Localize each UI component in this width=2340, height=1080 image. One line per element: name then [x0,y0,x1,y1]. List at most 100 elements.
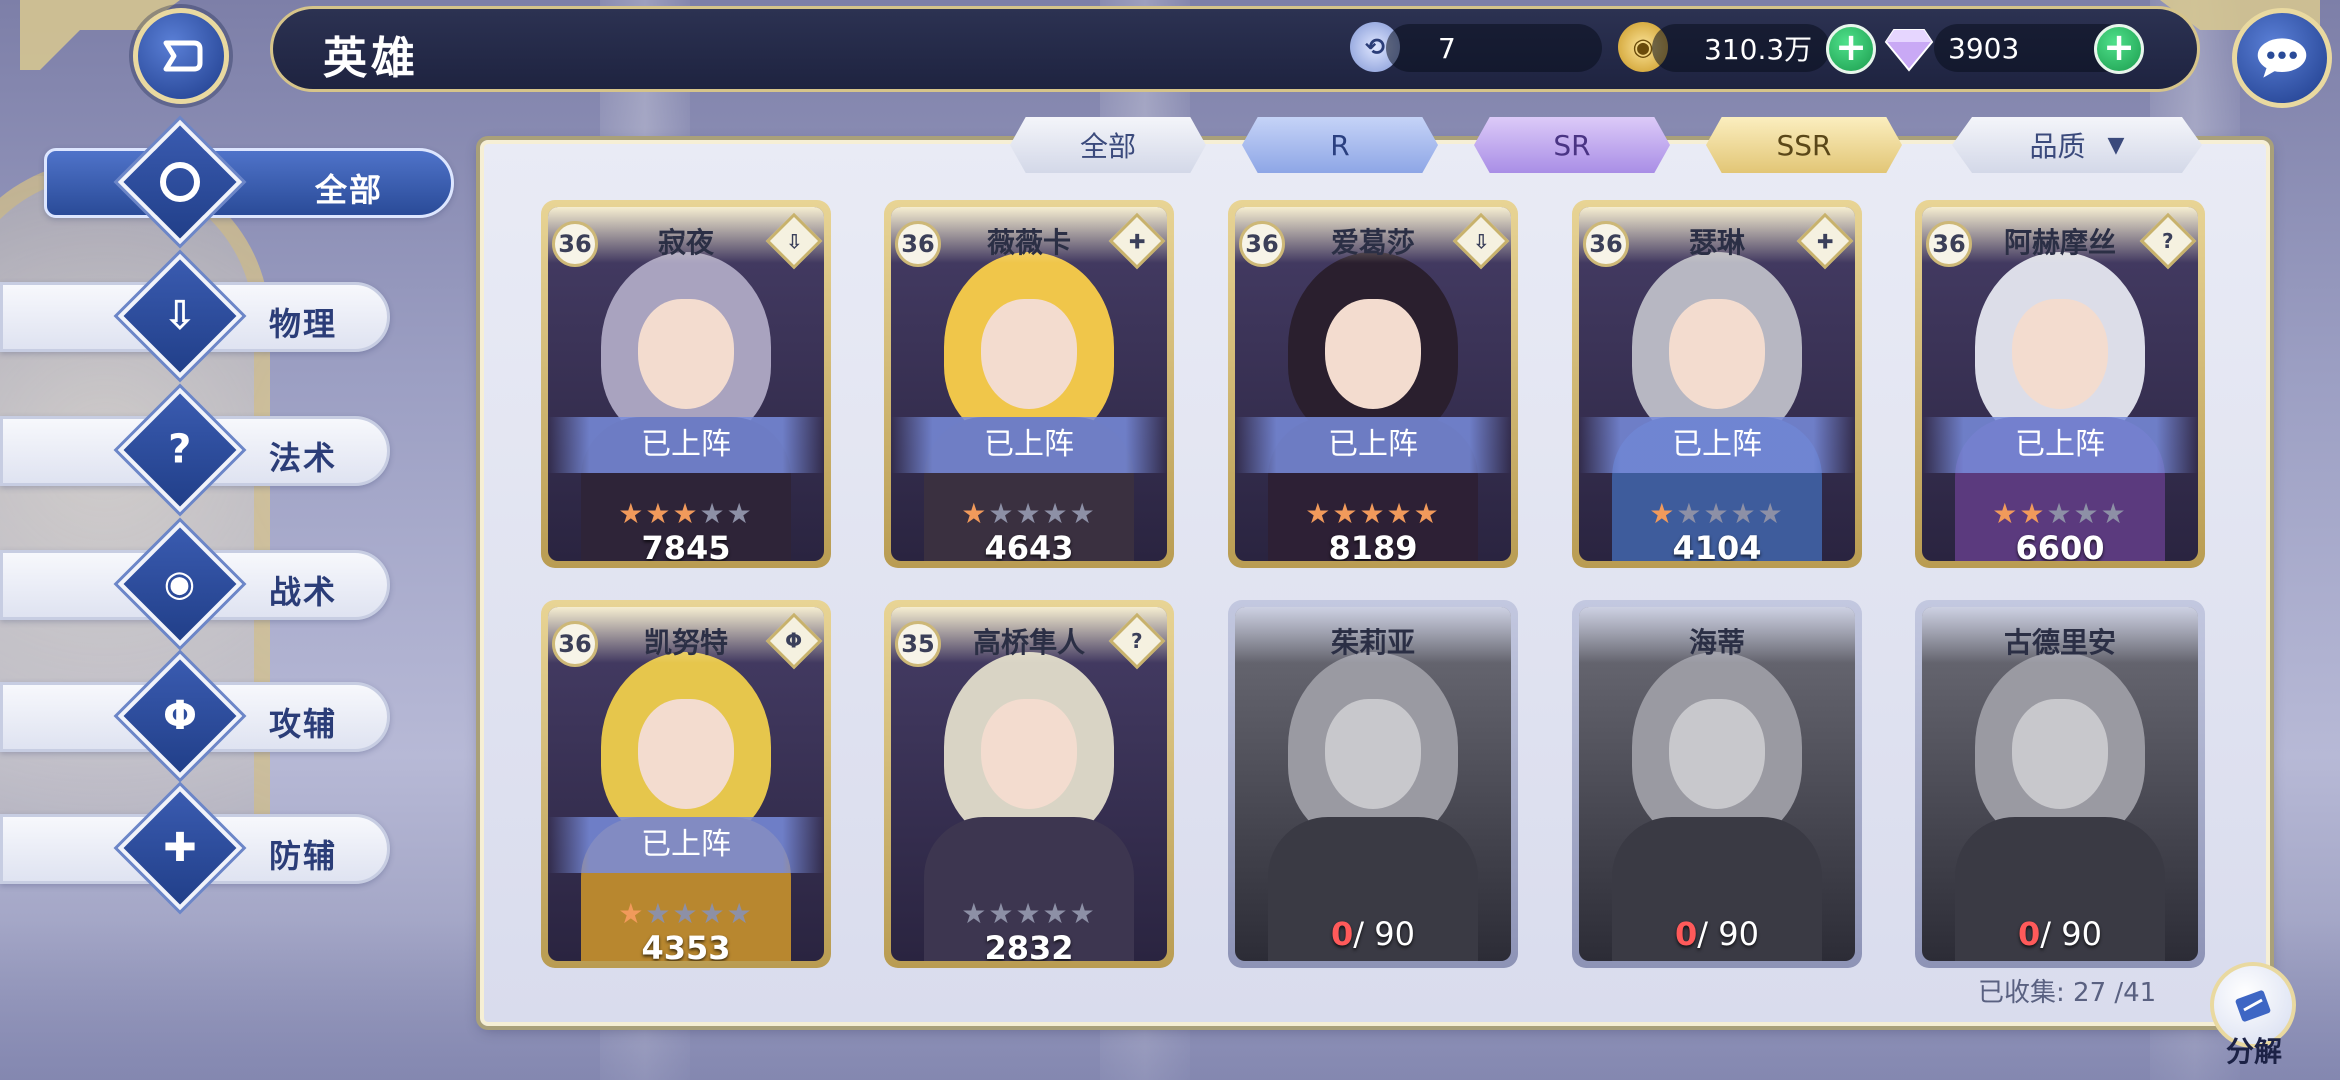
fragment-current: 0 [1331,915,1354,953]
star-filled-icon: ★ [618,497,646,530]
deployed-status: 已上阵 [891,417,1167,473]
hero-card[interactable]: 瑟琳 36 ✚ 已上阵 ★★★★★ 4104 [1572,200,1862,568]
back-icon [163,40,203,72]
hero-portrait-face [981,299,1077,409]
hero-star-rating: ★★★★★ [891,497,1167,530]
sidebar-item-label: 攻辅 [269,705,338,743]
hero-card[interactable]: 寂夜 36 ⇩ 已上阵 ★★★★★ 7845 [541,200,831,568]
hero-portrait-face [1325,699,1421,809]
chat-button[interactable] [2232,8,2332,108]
page-title: 英雄 [323,33,419,84]
hero-card[interactable]: 爱葛莎 36 ⇩ 已上阵 ★★★★★ 8189 [1228,200,1518,568]
hero-card-inner: 薇薇卡 36 ✚ 已上阵 ★★★★★ 4643 [891,207,1167,561]
sidebar-item-label: 防辅 [269,837,338,875]
locked-hero-card[interactable]: 茱莉亚 0/ 90 [1228,600,1518,968]
hero-fragment-count: 0/ 90 [1579,915,1855,953]
star-filled-icon: ★ [1649,497,1677,530]
hero-class-glyph: Φ [785,628,803,653]
hero-class-glyph: ⇩ [1472,228,1490,253]
hero-card[interactable]: 凯努特 36 Φ 已上阵 ★★★★★ 4353 [541,600,831,968]
hero-card-inner: 古德里安 0/ 90 [1922,607,2198,961]
hero-level-badge: 36 [1926,221,1972,267]
hero-star-rating: ★★★★★ [1235,497,1511,530]
add-gem-button[interactable]: + [2094,24,2144,74]
star-filled-icon: ★ [645,497,673,530]
hero-portrait-face [2012,699,2108,809]
back-button[interactable] [133,8,229,104]
hero-fragment-count: 0/ 90 [1235,915,1511,953]
star-filled-icon: ★ [1305,497,1333,530]
star-empty-icon: ★ [699,497,727,530]
hero-card[interactable]: 薇薇卡 36 ✚ 已上阵 ★★★★★ 4643 [884,200,1174,568]
stamina-counter: 7 [1386,24,1602,72]
deployed-status: 已上阵 [548,417,824,473]
decompose-icon [2235,990,2271,1022]
fragment-current: 0 [2018,915,2041,953]
hero-level-badge: 36 [552,221,598,267]
sidebar-item-label: 全部 [315,171,384,209]
deployed-status: 已上阵 [1922,417,2198,473]
hero-star-rating: ★★★★★ [548,497,824,530]
hero-portrait-face [981,699,1077,809]
stamina-value: 7 [1438,31,1456,65]
star-empty-icon: ★ [1042,897,1070,930]
tab-r[interactable]: R [1242,117,1438,173]
hero-fragment-count: 0/ 90 [1922,915,2198,953]
star-empty-icon: ★ [645,897,673,930]
hero-card-inner: 高桥隼人 35? ★★★★★ 2832 [891,607,1167,961]
add-gold-button[interactable]: + [1826,24,1876,74]
tab-all[interactable]: 全部 [1010,117,1206,173]
locked-hero-card[interactable]: 海蒂 0/ 90 [1572,600,1862,968]
hero-portrait-face [638,699,734,809]
gem-value: 3903 [1948,31,2020,65]
tab-ssr[interactable]: SSR [1706,117,1902,173]
hero-level-badge: 35 [895,621,941,667]
hero-card-inner: 爱葛莎 36 ⇩ 已上阵 ★★★★★ 8189 [1235,207,1511,561]
chevron-down-icon: ▼ [2107,132,2125,158]
hero-class-glyph: ⇩ [785,228,803,253]
star-empty-icon: ★ [1069,897,1097,930]
hero-card[interactable]: 阿赫摩丝 36? 已上阵 ★★★★★ 6600 [1915,200,2205,568]
star-empty-icon: ★ [1757,497,1785,530]
star-empty-icon: ★ [1069,497,1097,530]
star-empty-icon: ★ [1703,497,1731,530]
hero-level-badge: 36 [1583,221,1629,267]
sidebar-item-all[interactable]: 全部 [44,148,454,218]
collected-count: 已收集: 27 /41 [1978,978,2157,1008]
star-empty-icon: ★ [1015,497,1043,530]
hero-class-glyph: ✚ [1816,228,1834,253]
star-filled-icon: ★ [961,497,989,530]
gold-counter: 310.3万 [1652,24,1830,72]
hero-power: 7845 [641,529,731,561]
quality-dropdown[interactable]: 品质 ▼ [1952,117,2202,173]
hero-portrait-face [2012,299,2108,409]
star-filled-icon: ★ [1413,497,1441,530]
hero-portrait-face [1325,299,1421,409]
hero-card[interactable]: 高桥隼人 35? ★★★★★ 2832 [884,600,1174,968]
hero-class-glyph: ✚ [1128,228,1146,253]
star-empty-icon: ★ [961,897,989,930]
star-empty-icon: ★ [1730,497,1758,530]
tab-label: SSR [1776,128,1832,162]
sidebar-item-label: 法术 [269,439,338,477]
star-empty-icon: ★ [2073,497,2101,530]
hero-name: 海蒂 [1688,626,1745,659]
gold-value: 310.3万 [1704,33,1813,66]
hero-card-inner: 寂夜 36 ⇩ 已上阵 ★★★★★ 7845 [548,207,824,561]
hero-portrait-face [638,299,734,409]
hero-name: 茱莉亚 [1330,626,1415,659]
hero-power: 2832 [984,929,1074,961]
deployed-status: 已上阵 [1579,417,1855,473]
hero-name: 古德里安 [2003,626,2116,659]
star-empty-icon: ★ [672,897,700,930]
locked-hero-card[interactable]: 古德里安 0/ 90 [1915,600,2205,968]
hero-card-inner: 瑟琳 36 ✚ 已上阵 ★★★★★ 4104 [1579,207,1855,561]
tab-sr[interactable]: SR [1474,117,1670,173]
tab-label: R [1330,128,1350,162]
fragment-current: 0 [1675,915,1698,953]
hero-level-badge: 36 [1239,221,1285,267]
star-empty-icon: ★ [1042,497,1070,530]
hero-power: 4353 [641,929,731,961]
hero-class-glyph: ? [1131,628,1143,653]
star-filled-icon: ★ [1992,497,2020,530]
